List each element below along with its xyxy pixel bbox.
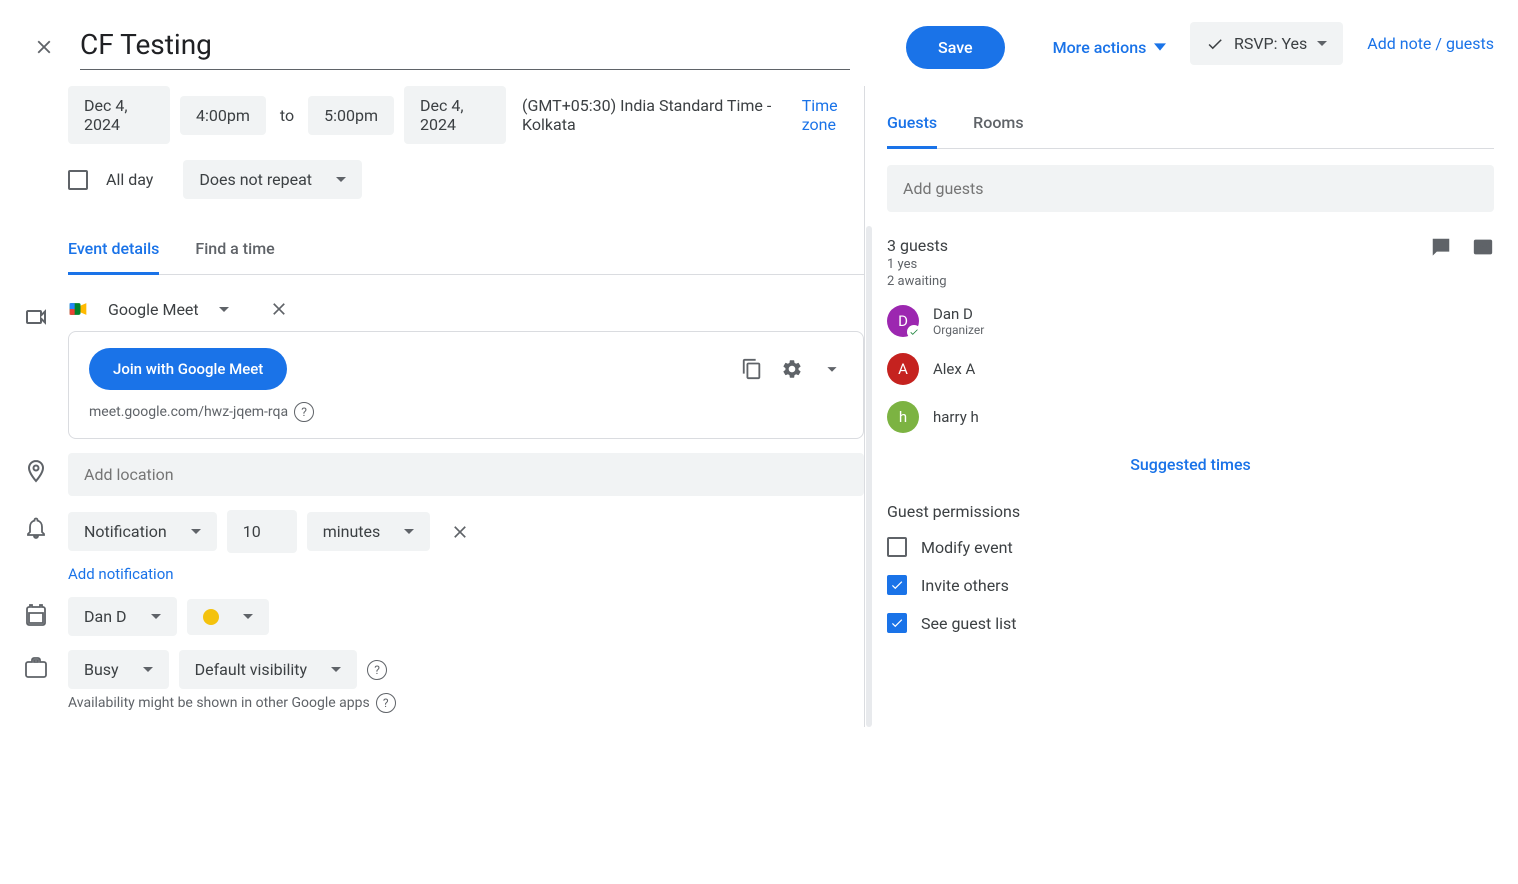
end-time-picker[interactable]: 5:00pm [308,96,394,135]
all-day-checkbox[interactable] [68,170,88,190]
availability-dropdown[interactable]: Busy [68,650,169,689]
tab-event-details[interactable]: Event details [68,239,159,275]
tab-guests[interactable]: Guests [887,113,937,149]
guest-count-text: 3 guests [887,236,948,255]
notification-type-dropdown[interactable]: Notification [68,512,217,551]
add-note-link[interactable]: Add note / guests [1367,34,1494,53]
notification-type-label: Notification [84,522,167,541]
chevron-down-icon [143,667,153,672]
see-guest-list-label: See guest list [921,614,1016,633]
chevron-down-icon[interactable] [219,307,229,312]
notification-value-input[interactable] [227,510,297,553]
chevron-down-icon [331,667,341,672]
notification-unit-dropdown[interactable]: minutes [307,512,431,551]
tab-find-a-time[interactable]: Find a time [195,239,274,274]
guest-role: Organizer [933,323,984,337]
visibility-dropdown[interactable]: Default visibility [179,650,357,689]
join-meet-button[interactable]: Join with Google Meet [89,348,287,390]
calendar-icon [24,603,48,627]
video-icon [24,305,48,329]
invite-others-label: Invite others [921,576,1009,595]
permissions-title: Guest permissions [887,502,1494,521]
help-icon[interactable]: ? [294,402,314,422]
avatar: A [887,353,919,385]
rsvp-label: RSVP: Yes [1234,34,1307,53]
rsvp-dropdown[interactable]: RSVP: Yes [1190,22,1343,65]
to-label: to [276,106,298,125]
guest-name: Alex A [933,360,975,378]
copy-icon[interactable] [741,358,763,380]
google-meet-logo-icon [68,299,88,319]
chevron-down-icon [151,614,161,619]
guest-item[interactable]: A Alex A [887,349,1494,389]
chevron-down-icon [243,614,253,619]
location-icon [24,459,48,483]
remove-notification-button[interactable] [450,522,470,542]
check-icon [1206,35,1224,53]
chat-icon[interactable] [1430,236,1452,258]
guests-awaiting-text: 2 awaiting [887,274,948,289]
tab-rooms[interactable]: Rooms [973,113,1023,148]
guest-name: Dan D [933,305,984,323]
start-time-picker[interactable]: 4:00pm [180,96,266,135]
gear-icon[interactable] [781,358,803,380]
email-icon[interactable] [1472,236,1494,258]
color-swatch [203,609,219,625]
vertical-divider [864,86,865,727]
help-icon[interactable]: ? [376,693,396,713]
guest-name: harry h [933,408,979,426]
visibility-label: Default visibility [195,660,307,679]
avatar: D [887,305,919,337]
location-input[interactable] [68,453,864,496]
repeat-label: Does not repeat [199,170,312,189]
briefcase-icon [24,656,48,680]
availability-note: Availability might be shown in other Goo… [68,695,370,711]
end-date-picker[interactable]: Dec 4, 2024 [404,86,506,144]
add-guests-input[interactable] [887,165,1494,212]
suggested-times-link[interactable]: Suggested times [887,455,1494,474]
chevron-down-icon[interactable] [821,358,843,380]
avatar: h [887,401,919,433]
close-icon [33,36,55,58]
chevron-down-icon [1317,41,1327,46]
all-day-label: All day [106,170,153,189]
modify-event-checkbox[interactable] [887,537,907,557]
chevron-down-icon [336,177,346,182]
remove-conferencing-button[interactable] [269,299,289,319]
meet-details-box: Join with Google Meet meet.google.com/hw… [68,331,864,439]
chevron-down-icon [191,529,201,534]
bell-icon [24,516,48,540]
video-provider-label: Google Meet [108,300,199,319]
close-button[interactable] [24,27,64,67]
chevron-down-icon [404,529,414,534]
calendar-owner-dropdown[interactable]: Dan D [68,597,177,636]
timezone-link[interactable]: Time zone [802,96,864,134]
guest-item[interactable]: D Dan DOrganizer [887,301,1494,341]
invite-others-checkbox[interactable] [887,575,907,595]
start-date-picker[interactable]: Dec 4, 2024 [68,86,170,144]
help-icon[interactable]: ? [367,660,387,680]
event-title-input[interactable] [80,24,850,70]
repeat-dropdown[interactable]: Does not repeat [183,160,362,199]
timezone-text: (GMT+05:30) India Standard Time - Kolkat… [522,96,780,134]
modify-event-label: Modify event [921,538,1013,557]
guests-yes-text: 1 yes [887,257,948,272]
scrollbar[interactable] [866,226,872,727]
event-color-dropdown[interactable] [187,599,269,635]
notification-unit-label: minutes [323,522,381,541]
availability-label: Busy [84,660,119,679]
accepted-badge-icon [907,325,921,339]
close-icon [450,522,470,542]
guest-item[interactable]: h harry h [887,397,1494,437]
add-notification-link[interactable]: Add notification [68,565,864,583]
calendar-owner-label: Dan D [84,607,127,626]
close-icon [269,299,289,319]
meet-url-text: meet.google.com/hwz-jqem-rqa [89,404,288,420]
see-guest-list-checkbox[interactable] [887,613,907,633]
